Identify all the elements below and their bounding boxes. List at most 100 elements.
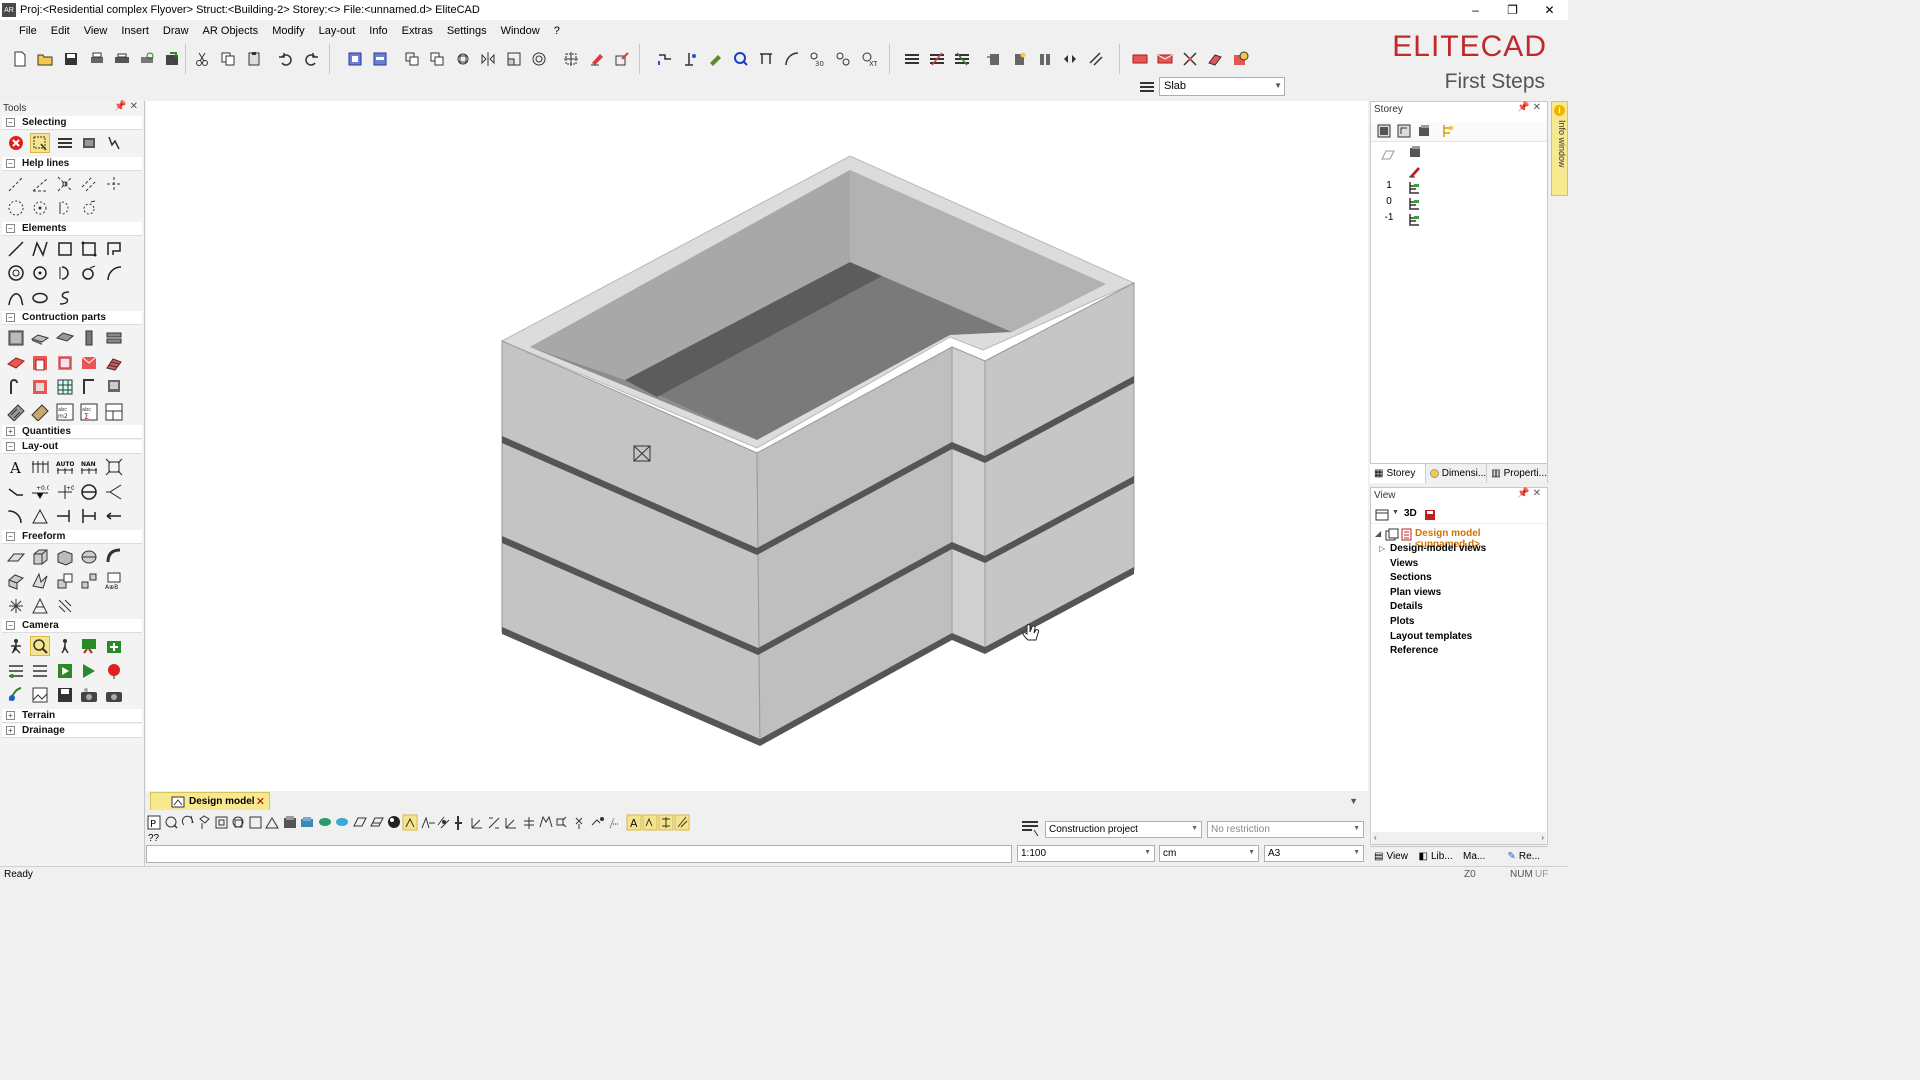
print-icon[interactable]	[89, 51, 105, 67]
collapse-icon[interactable]: −	[6, 442, 15, 451]
app-icon[interactable]: AR	[2, 3, 16, 17]
section-elements[interactable]: − Elements	[2, 221, 142, 236]
wall-icon[interactable]	[7, 329, 25, 347]
storey-icon-b[interactable]	[1011, 51, 1027, 67]
leader-icon[interactable]	[7, 483, 25, 501]
storey-root-icon[interactable]	[1408, 145, 1422, 159]
rotate-icon[interactable]	[455, 51, 471, 67]
mesh-split-icon[interactable]	[56, 597, 74, 615]
section-drainage[interactable]: + Drainage	[2, 723, 142, 738]
collapse-icon[interactable]: −	[6, 313, 15, 322]
text-icon[interactable]: A	[7, 458, 25, 476]
menu-info[interactable]: Info	[362, 25, 394, 37]
camera-list-icon[interactable]	[7, 662, 25, 680]
object-icon[interactable]	[105, 378, 123, 396]
measure-icon[interactable]	[657, 51, 673, 67]
arc-icon[interactable]	[105, 264, 123, 282]
area-sum-icon[interactable]: abcΣ	[80, 403, 98, 421]
revolve-icon[interactable]	[80, 548, 98, 566]
plot-icon[interactable]	[114, 51, 130, 67]
camera-zoom-icon[interactable]	[30, 636, 50, 656]
storey-new-icon[interactable]	[1377, 124, 1391, 138]
helpcircle-3p-icon[interactable]	[80, 199, 98, 217]
dimension-box-icon[interactable]	[105, 458, 123, 476]
undo-icon[interactable]	[278, 51, 294, 67]
helpline-cross-icon[interactable]	[56, 175, 74, 193]
railing-icon[interactable]	[7, 378, 25, 396]
camera-settings-icon[interactable]	[80, 686, 98, 704]
stair-icon[interactable]	[1207, 51, 1223, 67]
camera-forward-icon[interactable]	[80, 662, 98, 680]
window-icon[interactable]	[56, 354, 74, 372]
render-image-icon[interactable]	[31, 686, 49, 704]
storey-row[interactable]: 1	[1371, 180, 1547, 196]
warning-icon[interactable]	[1233, 51, 1249, 67]
text-info-icon[interactable]: XT	[861, 51, 877, 67]
area-m2-icon[interactable]: abcm2	[56, 403, 74, 421]
camera-add-icon[interactable]	[105, 637, 123, 655]
slab-icon[interactable]	[31, 329, 49, 347]
panel-pin-close[interactable]: 📌 ✕	[1517, 102, 1541, 113]
view-mode-3d[interactable]: 3D	[1404, 508, 1417, 519]
helpcircle-icon[interactable]	[7, 199, 25, 217]
collapse-icon[interactable]: −	[6, 531, 15, 541]
building-3d-model[interactable]	[146, 101, 1368, 791]
split-icon[interactable]	[80, 572, 98, 590]
tab-library[interactable]: ◧ Lib...	[1415, 847, 1460, 866]
single-dimension-icon[interactable]	[56, 507, 74, 525]
tab-properties[interactable]: ▥ Properti...	[1487, 464, 1548, 483]
menu-edit[interactable]: Edit	[44, 25, 77, 37]
info-window-tab[interactable]: i Info window	[1551, 101, 1568, 196]
arc-dimension-icon[interactable]	[7, 507, 25, 525]
tree-expand-icon[interactable]: ◢	[1375, 529, 1381, 538]
section-camera[interactable]: − Camera	[2, 619, 142, 633]
layer-up-icon[interactable]	[904, 51, 920, 67]
beam-icon[interactable]	[105, 329, 123, 347]
close-tab-icon[interactable]: ✕	[256, 795, 265, 808]
menu-settings[interactable]: Settings	[440, 25, 494, 37]
storey-stack-icon[interactable]	[1417, 124, 1431, 138]
project-settings-icon[interactable]	[1021, 819, 1041, 837]
circle-center-icon[interactable]	[31, 264, 49, 282]
paste-icon[interactable]	[246, 51, 262, 67]
height-dimension-icon[interactable]	[80, 507, 98, 525]
scale-icon[interactable]	[506, 51, 522, 67]
circle-icon[interactable]	[7, 264, 25, 282]
panel-pin-close[interactable]: 📌 ✕	[1517, 488, 1541, 499]
view-panel-hscroll[interactable]: ‹ ›	[1372, 832, 1546, 844]
section-help-lines[interactable]: − Help lines	[2, 156, 142, 171]
command-input[interactable]	[146, 845, 1012, 863]
level-icon[interactable]: +0.0	[31, 483, 49, 501]
contour-icon[interactable]	[105, 240, 123, 258]
helpline-diagonal-icon[interactable]	[7, 175, 25, 193]
chevron-down-icon[interactable]: ▼	[1191, 825, 1198, 832]
storey-icon-a[interactable]	[986, 51, 1002, 67]
helpcircle-center-icon[interactable]	[31, 199, 49, 217]
tree-item-reference[interactable]: Reference	[1390, 645, 1438, 659]
menu-ar-objects[interactable]: AR Objects	[196, 25, 266, 37]
close-button[interactable]: ✕	[1531, 0, 1568, 20]
paper-size-select[interactable]: A3 ▼	[1264, 845, 1364, 862]
camera-walk-icon[interactable]	[7, 637, 25, 655]
expand-icon[interactable]: +	[6, 427, 15, 436]
save-view-icon[interactable]	[1424, 509, 1436, 521]
storey-icon-e[interactable]	[1088, 51, 1104, 67]
point-info-icon[interactable]	[683, 51, 699, 67]
helpline-angle-icon[interactable]	[31, 175, 49, 193]
loft-icon[interactable]	[7, 572, 25, 590]
column-icon[interactable]	[80, 329, 98, 347]
redo-icon[interactable]	[303, 51, 319, 67]
storey-props-icon[interactable]	[1397, 124, 1411, 138]
opening-icon[interactable]	[7, 354, 25, 372]
storey-tree-icon[interactable]	[1441, 124, 1455, 138]
camera-photo-icon[interactable]	[105, 686, 123, 704]
menu-insert[interactable]: Insert	[114, 25, 156, 37]
chevron-down-icon[interactable]: ▼	[1144, 849, 1151, 856]
room-icon[interactable]	[31, 378, 49, 396]
collapse-icon[interactable]: −	[6, 223, 15, 233]
spline-icon[interactable]	[7, 289, 25, 307]
deform-icon[interactable]	[31, 572, 49, 590]
rectangle-points-icon[interactable]	[80, 240, 98, 258]
tree-item-design-model[interactable]: Design model <unnamed.d>	[1415, 528, 1547, 550]
tree-item-layout-templates[interactable]: Layout templates	[1390, 631, 1472, 645]
